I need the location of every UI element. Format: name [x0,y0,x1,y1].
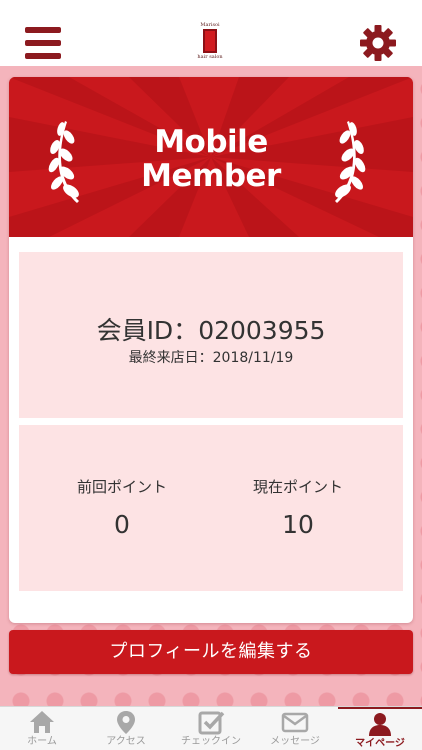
user-icon [369,713,391,736]
member-id-panel: 会員ID：02003955 最終来店日：2018/11/19 [19,252,403,418]
gear-icon[interactable] [359,24,397,62]
member-id-value: 02003955 [198,316,326,345]
salon-logo: Marisoi hair salon [193,22,227,62]
last-visit: 最終来店日：2018/11/19 [19,349,403,367]
tab-message[interactable]: メッセージ [253,707,337,750]
envelope-icon [281,712,309,733]
laurel-right-icon [335,121,366,203]
bottom-tab-bar: ホーム アクセス チェックイン メッセージ マイページ [0,706,422,750]
tab-checkin[interactable]: チェックイン [169,707,253,750]
home-icon [30,711,54,733]
main-content: Mobile Member 会員ID：02003955 最終来店日：2018/1… [0,66,422,706]
previous-points: 前回ポイント 0 [37,477,207,540]
last-visit-label: 最終来店日： [128,350,213,366]
hamburger-menu-icon[interactable] [25,27,61,59]
tab-mypage-label: マイページ [355,738,405,749]
previous-points-label: 前回ポイント [76,478,167,496]
edit-profile-button[interactable]: プロフィールを編集する [9,630,413,674]
mobile-member-banner: Mobile Member [9,77,413,237]
previous-points-value: 0 [114,510,130,539]
tab-access[interactable]: アクセス [84,707,168,750]
logo-mark [203,29,217,53]
tab-message-label: メッセージ [270,736,320,747]
member-id: 会員ID：02003955 [19,316,403,346]
app-header: Marisoi hair salon [0,0,422,66]
member-card: Mobile Member 会員ID：02003955 最終来店日：2018/1… [9,77,413,623]
logo-top-text: Marisoi [200,22,220,28]
current-points-value: 10 [282,510,314,539]
tab-home[interactable]: ホーム [0,707,84,750]
current-points: 現在ポイント 10 [213,477,383,540]
location-pin-icon [117,711,135,734]
logo-bottom-text: hair salon [197,54,223,60]
last-visit-date: 2018/11/19 [212,350,294,366]
current-points-label: 現在ポイント [252,478,343,496]
checkin-icon [198,711,225,735]
tab-checkin-label: チェックイン [181,736,241,747]
tab-home-label: ホーム [27,736,57,747]
member-id-label: 会員ID： [96,316,199,345]
tab-access-label: アクセス [106,736,146,747]
points-panel: 前回ポイント 0 現在ポイント 10 [19,425,403,591]
tab-mypage[interactable]: マイページ [338,707,422,750]
